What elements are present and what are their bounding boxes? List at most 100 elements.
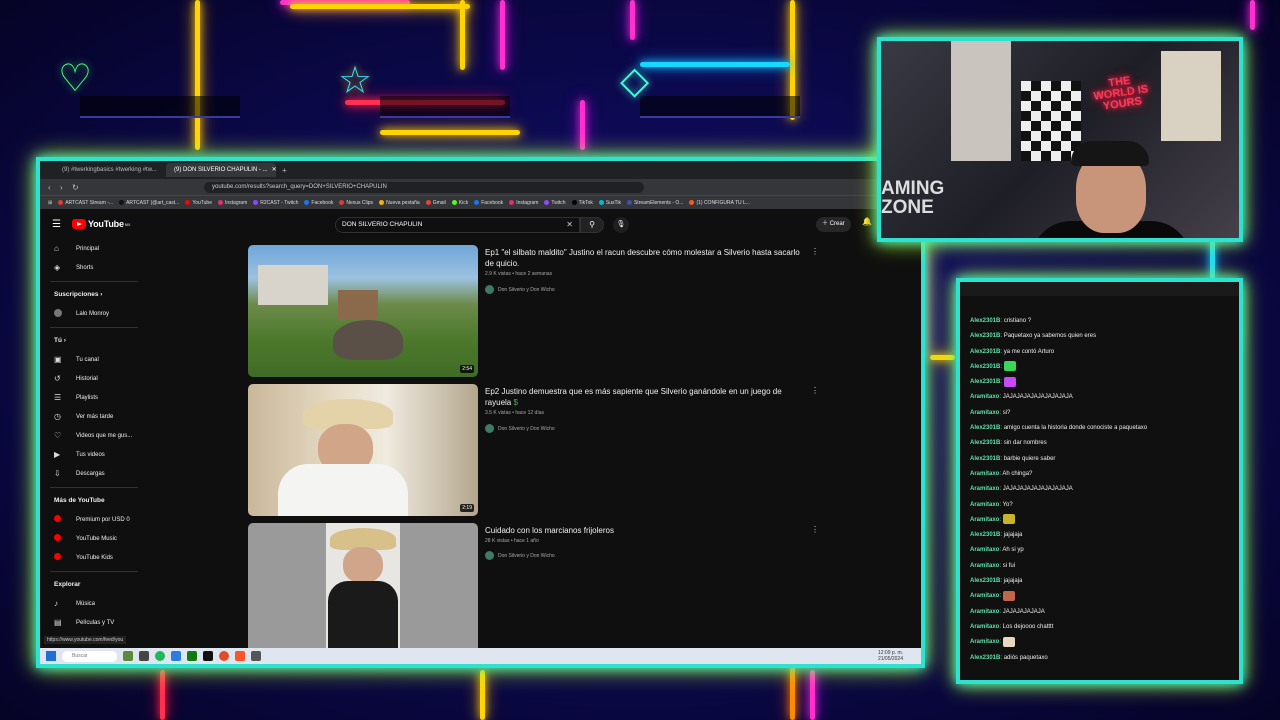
chat-username[interactable]: Alex2301B <box>970 333 1000 339</box>
video-title[interactable]: Ep2 Justino demuestra que es más sapient… <box>485 386 805 408</box>
video-thumbnail[interactable]: 2:54 <box>248 245 478 377</box>
chat-username[interactable]: Aramitaxo <box>970 624 999 630</box>
app-icon[interactable] <box>251 651 261 661</box>
sidebar-item-premium-por-usd-0[interactable]: Premium por USD 0 <box>44 510 144 529</box>
sidebar-item-ver-más-tarde[interactable]: ◷ Ver más tarde <box>44 407 144 426</box>
sidebar-item-descargas[interactable]: ⇩ Descargas <box>44 464 144 483</box>
video-title[interactable]: Ep1 "el silbato maldito" Justino el racu… <box>485 247 805 269</box>
bookmark-item[interactable]: Nexus Clips <box>339 200 373 206</box>
obs-icon[interactable] <box>219 651 229 661</box>
bookmark-item[interactable]: R2CAST - Twitch <box>253 200 298 206</box>
video-title[interactable]: Cuidado con los marcianos frijoleros <box>485 525 805 536</box>
bookmark-item[interactable]: YouTube <box>185 200 212 206</box>
windows-start-icon[interactable] <box>46 651 56 661</box>
search-button[interactable]: ⚲ <box>580 217 604 233</box>
bookmark-item[interactable]: Nueva pestaña <box>379 200 420 206</box>
chat-username[interactable]: Aramitaxo <box>970 547 999 553</box>
bookmark-item[interactable]: Gmail <box>425 200 446 206</box>
chat-username[interactable]: Alex2301B <box>970 425 1000 431</box>
chat-username[interactable]: Alex2301B <box>970 655 1000 661</box>
sidebar-item-videos-que-me-gus[interactable]: ♡ Videos que me gus... <box>44 426 144 445</box>
chat-username[interactable]: Aramitaxo <box>970 517 999 523</box>
taskbar-clock[interactable]: 12:09 p. m. 21/05/2024 <box>878 650 903 662</box>
sidebar-item-películas-y-tv[interactable]: ▤ Películas y TV <box>44 613 144 632</box>
bookmark-item[interactable]: Instagram <box>218 200 247 206</box>
bookmark-item[interactable]: Facebook <box>304 200 333 206</box>
back-icon[interactable]: ‹ <box>48 183 60 192</box>
video-thumbnail[interactable]: 2:19 <box>248 384 478 516</box>
more-options-icon[interactable]: ⋮ <box>811 247 819 256</box>
bookmark-item[interactable]: StreamElements - O... <box>626 200 683 206</box>
clear-icon[interactable]: ✕ <box>566 218 573 232</box>
video-thumbnail[interactable] <box>248 523 478 655</box>
menu-icon[interactable]: ☰ <box>52 219 72 230</box>
sidebar-item-historial[interactable]: ↺ Historial <box>44 369 144 388</box>
chat-username[interactable]: Alex2301B <box>970 349 1000 355</box>
xbox-icon[interactable] <box>187 651 197 661</box>
chat-username[interactable]: Aramitaxo <box>970 639 999 645</box>
chat-username[interactable]: Alex2301B <box>970 379 1000 385</box>
url-field[interactable]: youtube.com/results?search_query=DON+SIL… <box>204 181 644 193</box>
youtube-logo[interactable]: YouTube MX <box>72 219 131 229</box>
bell-icon[interactable]: 🔔 <box>862 217 872 226</box>
video-result[interactable]: 2:19 Ep2 Justino demuestra que es más sa… <box>248 384 848 523</box>
forward-icon[interactable]: › <box>60 183 72 192</box>
video-channel[interactable]: Don Silverio y Don Wicho <box>485 551 555 560</box>
apps-icon[interactable]: ⊞ <box>48 200 52 206</box>
sidebar-item-playlists[interactable]: ☰ Playlists <box>44 388 144 407</box>
bookmark-item[interactable]: Kick <box>451 200 468 206</box>
sidebar-item-tus-videos[interactable]: ▶ Tus videos <box>44 445 144 464</box>
video-channel[interactable]: Don Silverio y Don Wicho <box>485 285 555 294</box>
sidebar-item-tu-canal[interactable]: ▣ Tu canal <box>44 350 144 369</box>
chat-username[interactable]: Alex2301B <box>970 578 1000 584</box>
app-icon[interactable] <box>123 651 133 661</box>
mic-button[interactable]: 🎙 <box>613 217 629 233</box>
bookmark-item[interactable]: Twitch <box>544 200 566 206</box>
new-tab-button[interactable]: + <box>282 166 287 175</box>
more-options-icon[interactable]: ⋮ <box>811 386 819 395</box>
bookmark-item[interactable]: TikTok <box>571 200 593 206</box>
sidebar-item-youtube-kids[interactable]: YouTube Kids <box>44 548 144 567</box>
chat-username[interactable]: Aramitaxo <box>970 394 999 400</box>
app-icon[interactable] <box>171 651 181 661</box>
chat-username[interactable]: Alex2301B <box>970 532 1000 538</box>
browser-tab-active[interactable]: (9) DON SILVERIO CHAPULIN - ... ✕ <box>166 163 276 177</box>
chat-username[interactable]: Aramitaxo <box>970 410 999 416</box>
chat-username[interactable]: Aramitaxo <box>970 502 999 508</box>
sidebar-heading-subscriptions[interactable]: Suscripciones › <box>44 286 144 304</box>
video-result[interactable]: 2:54 Ep1 "el silbato maldito" Justino el… <box>248 245 848 384</box>
chat-username[interactable]: Alex2301B <box>970 318 1000 324</box>
sidebar-item-subscription[interactable]: Lalo Monroy <box>44 304 144 323</box>
spotify-icon[interactable] <box>155 651 165 661</box>
chat-username[interactable]: Alex2301B <box>970 440 1000 446</box>
sidebar-item-música[interactable]: ♪ Música <box>44 594 144 613</box>
sidebar-item-shorts[interactable]: ◈ Shorts <box>44 258 144 277</box>
bookmark-item[interactable]: Instagram <box>509 200 538 206</box>
browser-tab[interactable]: (9) #twerkingbasics #twerking #tw... <box>54 163 164 177</box>
chat-username[interactable]: Aramitaxo <box>970 593 999 599</box>
chat-username[interactable]: Aramitaxo <box>970 471 999 477</box>
bookmark-item[interactable]: ARTCAST Stream -... <box>58 200 113 206</box>
bookmark-item[interactable]: SusTik <box>598 200 621 206</box>
bookmark-item[interactable]: ARTCAST (@art_cast... <box>119 200 179 206</box>
reload-icon[interactable]: ↻ <box>72 183 84 192</box>
more-options-icon[interactable]: ⋮ <box>811 525 819 534</box>
bookmark-item[interactable]: Facebook <box>474 200 503 206</box>
sidebar-item-principal[interactable]: ⌂ Principal <box>44 239 144 258</box>
video-result[interactable]: Cuidado con los marcianos frijoleros 28 … <box>248 523 848 662</box>
chat-username[interactable]: Alex2301B <box>970 456 1000 462</box>
close-icon[interactable]: ✕ <box>272 167 276 173</box>
sidebar-item-youtube-music[interactable]: YouTube Music <box>44 529 144 548</box>
sidebar-heading-you[interactable]: Tú › <box>44 332 144 350</box>
brave-icon[interactable] <box>235 651 245 661</box>
video-channel[interactable]: Don Silverio y Don Wicho <box>485 424 555 433</box>
chat-username[interactable]: Aramitaxo <box>970 609 999 615</box>
bookmark-item[interactable]: (1) CONFIGURA TU L... <box>689 200 750 206</box>
create-button[interactable]: ＋ Crear <box>816 217 851 232</box>
chat-username[interactable]: Aramitaxo <box>970 563 999 569</box>
chat-username[interactable]: Aramitaxo <box>970 486 999 492</box>
tiktok-icon[interactable] <box>203 651 213 661</box>
taskbar-search[interactable]: Buscar <box>62 650 117 662</box>
search-input[interactable]: DON SILVERIO CHAPULIN ✕ <box>335 217 580 233</box>
chat-username[interactable]: Alex2301B <box>970 364 1000 370</box>
